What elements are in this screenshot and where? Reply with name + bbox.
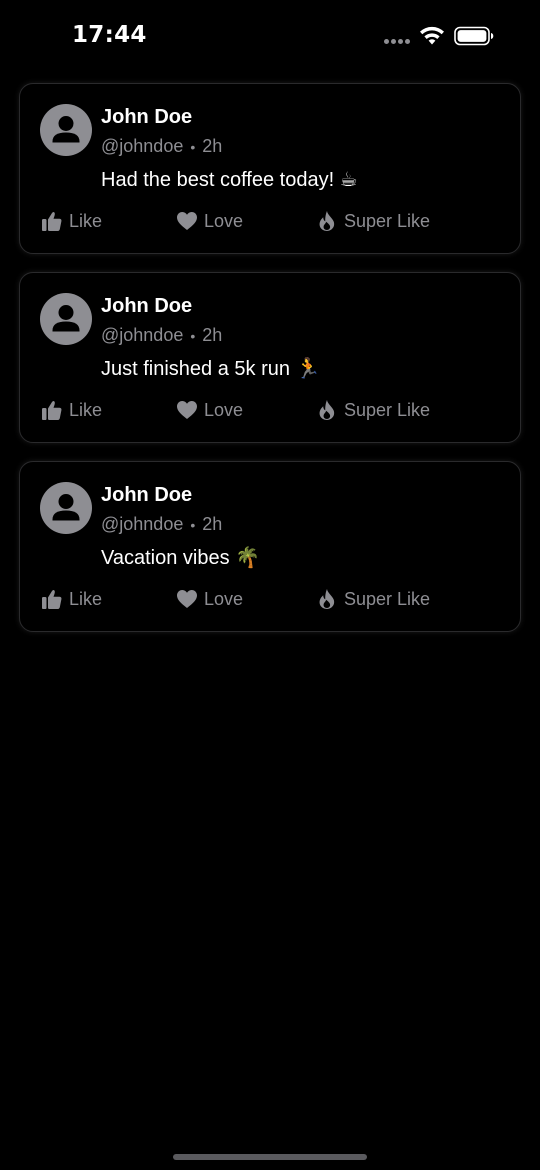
flame-icon: [319, 400, 335, 420]
post-text: Just finished a 5k run 🏃: [101, 358, 321, 380]
feed: John Doe @johndoe • 2h Had the best coff…: [19, 83, 521, 650]
like-button[interactable]: Like: [41, 208, 102, 234]
post-actions: Like Love Super Like: [40, 397, 510, 423]
post-age: 2h: [202, 136, 223, 156]
love-label: Love: [204, 399, 244, 420]
thumbs-up-icon: [42, 211, 62, 231]
thumbs-up-icon: [42, 589, 62, 609]
author-name[interactable]: John Doe: [101, 484, 192, 507]
love-label: Love: [204, 210, 244, 231]
super-like-button[interactable]: Super Like: [316, 586, 430, 612]
heart-icon: [177, 212, 197, 230]
screen: 17:44 John Doe @johndoe • 2h Had the bes…: [0, 0, 540, 1170]
love-label: Love: [204, 588, 244, 609]
super-like-button[interactable]: Super Like: [316, 397, 430, 423]
meta-separator: •: [190, 327, 196, 344]
flame-icon: [319, 211, 335, 231]
flame-icon: [319, 589, 335, 609]
author-handle: @johndoe: [101, 136, 184, 156]
post-card: John Doe @johndoe • 2h Just finished a 5…: [19, 272, 521, 443]
person-icon: [52, 116, 80, 143]
super-like-label: Super Like: [344, 588, 431, 609]
like-label: Like: [69, 588, 103, 609]
like-label: Like: [69, 210, 103, 231]
wifi-icon: [420, 26, 444, 45]
post-actions: Like Love Super Like: [40, 586, 510, 612]
post-text: Had the best coffee today! ☕: [101, 169, 358, 191]
battery-icon: [454, 26, 494, 46]
super-like-label: Super Like: [344, 399, 431, 420]
author-name[interactable]: John Doe: [101, 295, 192, 318]
like-label: Like: [69, 399, 103, 420]
post-card: John Doe @johndoe • 2h Had the best coff…: [19, 83, 521, 254]
thumbs-up-icon: [42, 400, 62, 420]
avatar[interactable]: [40, 482, 92, 534]
super-like-label: Super Like: [344, 210, 431, 231]
author-handle: @johndoe: [101, 514, 184, 534]
home-indicator[interactable]: [173, 1154, 367, 1160]
post-actions: Like Love Super Like: [40, 208, 510, 234]
post-meta: @johndoe • 2h: [101, 514, 222, 535]
person-icon: [52, 494, 80, 521]
post-meta: @johndoe • 2h: [101, 136, 222, 157]
person-icon: [52, 305, 80, 332]
super-like-button[interactable]: Super Like: [316, 208, 430, 234]
heart-icon: [177, 590, 197, 608]
love-button[interactable]: Love: [176, 397, 243, 423]
avatar[interactable]: [40, 293, 92, 345]
post-meta: @johndoe • 2h: [101, 325, 222, 346]
cellular-signal-icon: [384, 39, 412, 45]
like-button[interactable]: Like: [41, 397, 102, 423]
status-bar: 17:44: [0, 0, 540, 72]
post-card: John Doe @johndoe • 2h Vacation vibes 🌴 …: [19, 461, 521, 632]
like-button[interactable]: Like: [41, 586, 102, 612]
status-time: 17:44: [72, 22, 147, 48]
post-age: 2h: [202, 325, 223, 345]
love-button[interactable]: Love: [176, 208, 243, 234]
meta-separator: •: [190, 516, 196, 533]
love-button[interactable]: Love: [176, 586, 243, 612]
author-handle: @johndoe: [101, 325, 184, 345]
author-name[interactable]: John Doe: [101, 106, 192, 129]
avatar[interactable]: [40, 104, 92, 156]
post-age: 2h: [202, 514, 223, 534]
post-text: Vacation vibes 🌴: [101, 547, 261, 569]
meta-separator: •: [190, 138, 196, 155]
heart-icon: [177, 401, 197, 419]
